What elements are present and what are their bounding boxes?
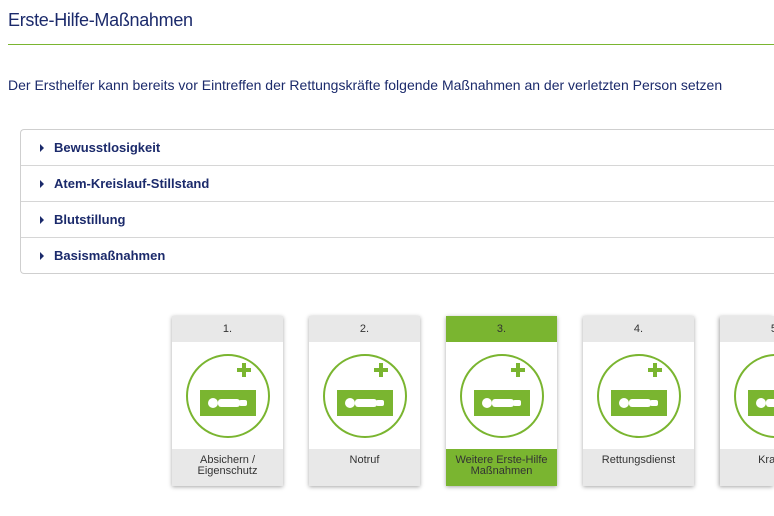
stretcher-cross-icon	[309, 342, 420, 449]
step-label: Absichern / Eigenschutz	[172, 449, 283, 486]
caret-right-icon	[40, 215, 44, 224]
step-label: Notruf	[309, 449, 420, 486]
step-label: Weitere Erste-Hilfe Maßnahmen	[446, 449, 557, 486]
accordion-item-label: Blutstillung	[54, 212, 126, 227]
step-label: Kranke	[720, 449, 774, 486]
step-card-5[interactable]: 5. Kranke	[720, 316, 774, 486]
step-number: 3.	[446, 316, 557, 342]
accordion-item-atem-kreislauf-stillstand[interactable]: Atem-Kreislauf-Stillstand	[21, 166, 774, 202]
step-number: 1.	[172, 316, 283, 342]
caret-right-icon	[40, 179, 44, 188]
step-number: 4.	[583, 316, 694, 342]
accordion-item-label: Atem-Kreislauf-Stillstand	[54, 176, 210, 191]
accordion-item-label: Bewusstlosigkeit	[54, 140, 161, 155]
step-label: Rettungsdienst	[583, 449, 694, 486]
stretcher-cross-icon	[172, 342, 283, 449]
step-number: 2.	[309, 316, 420, 342]
step-card-3[interactable]: 3. Weitere Erste-Hilfe Maßnahmen	[446, 316, 557, 486]
step-card-1[interactable]: 1. Absichern / Eigenschutz	[172, 316, 283, 486]
accordion-item-blutstillung[interactable]: Blutstillung	[21, 202, 774, 238]
step-card-4[interactable]: 4. Rettungsdienst	[583, 316, 694, 486]
step-card-2[interactable]: 2. Notruf	[309, 316, 420, 486]
intro-text: Der Ersthelfer kann bereits vor Eintreff…	[8, 77, 723, 93]
caret-right-icon	[40, 251, 44, 260]
accordion-item-basismassnahmen[interactable]: Basismaßnahmen	[21, 238, 774, 273]
page-title: Erste-Hilfe-Maßnahmen	[8, 10, 193, 30]
stretcher-cross-icon	[446, 342, 557, 449]
step-number: 5.	[720, 316, 774, 342]
accordion-item-label: Basismaßnahmen	[54, 248, 166, 263]
stretcher-cross-icon	[583, 342, 694, 449]
caret-right-icon	[40, 143, 44, 152]
accordion: Bewusstlosigkeit Atem-Kreislauf-Stillsta…	[20, 129, 774, 274]
step-carousel: 1. Absichern / Eigenschutz 2. Notruf 3. …	[0, 316, 774, 496]
title-divider	[8, 44, 774, 45]
stretcher-cross-icon	[720, 342, 774, 449]
accordion-item-bewusstlosigkeit[interactable]: Bewusstlosigkeit	[21, 130, 774, 166]
